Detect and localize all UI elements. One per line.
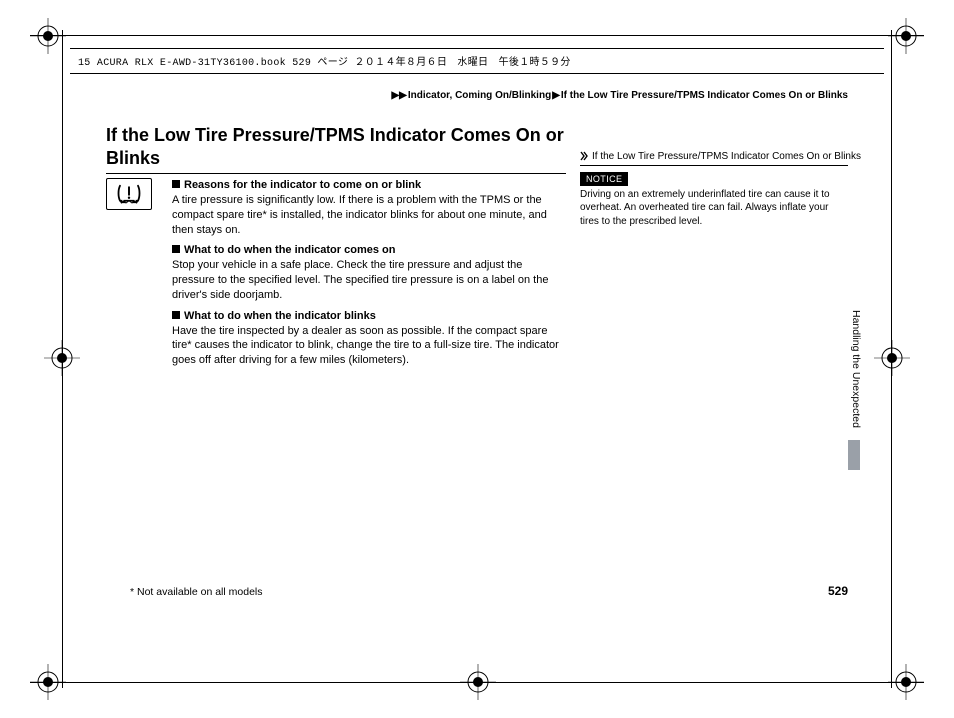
square-bullet-icon <box>172 245 180 253</box>
crop-line <box>30 35 924 36</box>
section-heading: What to do when the indicator comes on <box>172 243 566 258</box>
side-reference-title: If the Low Tire Pressure/TPMS Indicator … <box>580 150 848 166</box>
registration-mark-icon <box>30 18 66 54</box>
section-tab: Handling the Unexpected <box>848 310 862 470</box>
registration-mark-icon <box>44 340 80 376</box>
side-reference-text: If the Low Tire Pressure/TPMS Indicator … <box>592 151 861 162</box>
page-title: If the Low Tire Pressure/TPMS Indicator … <box>106 124 566 174</box>
notice-body: Driving on an extremely underinflated ti… <box>580 188 848 229</box>
double-chevron-right-icon <box>580 151 590 161</box>
section-heading: What to do when the indicator blinks <box>172 309 566 324</box>
manual-page: 15 ACURA RLX E-AWD-31TY36100.book 529 ペー… <box>0 0 954 718</box>
section-heading-text: What to do when the indicator comes on <box>184 244 395 256</box>
triangle-right-icon: ▶▶ <box>391 90 406 101</box>
triangle-right-icon: ▶ <box>552 90 560 101</box>
notice-badge: NOTICE <box>580 172 628 186</box>
square-bullet-icon <box>172 311 180 319</box>
registration-mark-icon <box>888 664 924 700</box>
footnote: * Not available on all models <box>130 586 263 598</box>
section-body: A tire pressure is significantly low. If… <box>172 193 566 238</box>
registration-mark-icon <box>874 340 910 376</box>
section-body: Have the tire inspected by a dealer as s… <box>172 324 566 369</box>
section-heading: Reasons for the indicator to come on or … <box>172 178 566 193</box>
main-content: Reasons for the indicator to come on or … <box>106 178 566 368</box>
registration-mark-icon <box>460 664 496 700</box>
breadcrumb-level2: If the Low Tire Pressure/TPMS Indicator … <box>561 90 848 101</box>
section-heading-text: What to do when the indicator blinks <box>184 310 376 322</box>
section-tab-label: Handling the Unexpected <box>850 310 862 428</box>
section-tab-marker <box>848 440 860 470</box>
section-body: Stop your vehicle in a safe place. Check… <box>172 258 566 303</box>
section-heading-text: Reasons for the indicator to come on or … <box>184 179 421 191</box>
side-column: If the Low Tire Pressure/TPMS Indicator … <box>580 150 848 228</box>
breadcrumb: ▶▶Indicator, Coming On/Blinking▶If the L… <box>390 90 848 101</box>
page-number: 529 <box>828 584 848 598</box>
breadcrumb-level1: Indicator, Coming On/Blinking <box>408 90 551 101</box>
registration-mark-icon <box>30 664 66 700</box>
print-slug: 15 ACURA RLX E-AWD-31TY36100.book 529 ペー… <box>70 48 884 74</box>
registration-mark-icon <box>888 18 924 54</box>
square-bullet-icon <box>172 180 180 188</box>
tpms-indicator-icon <box>106 178 152 210</box>
